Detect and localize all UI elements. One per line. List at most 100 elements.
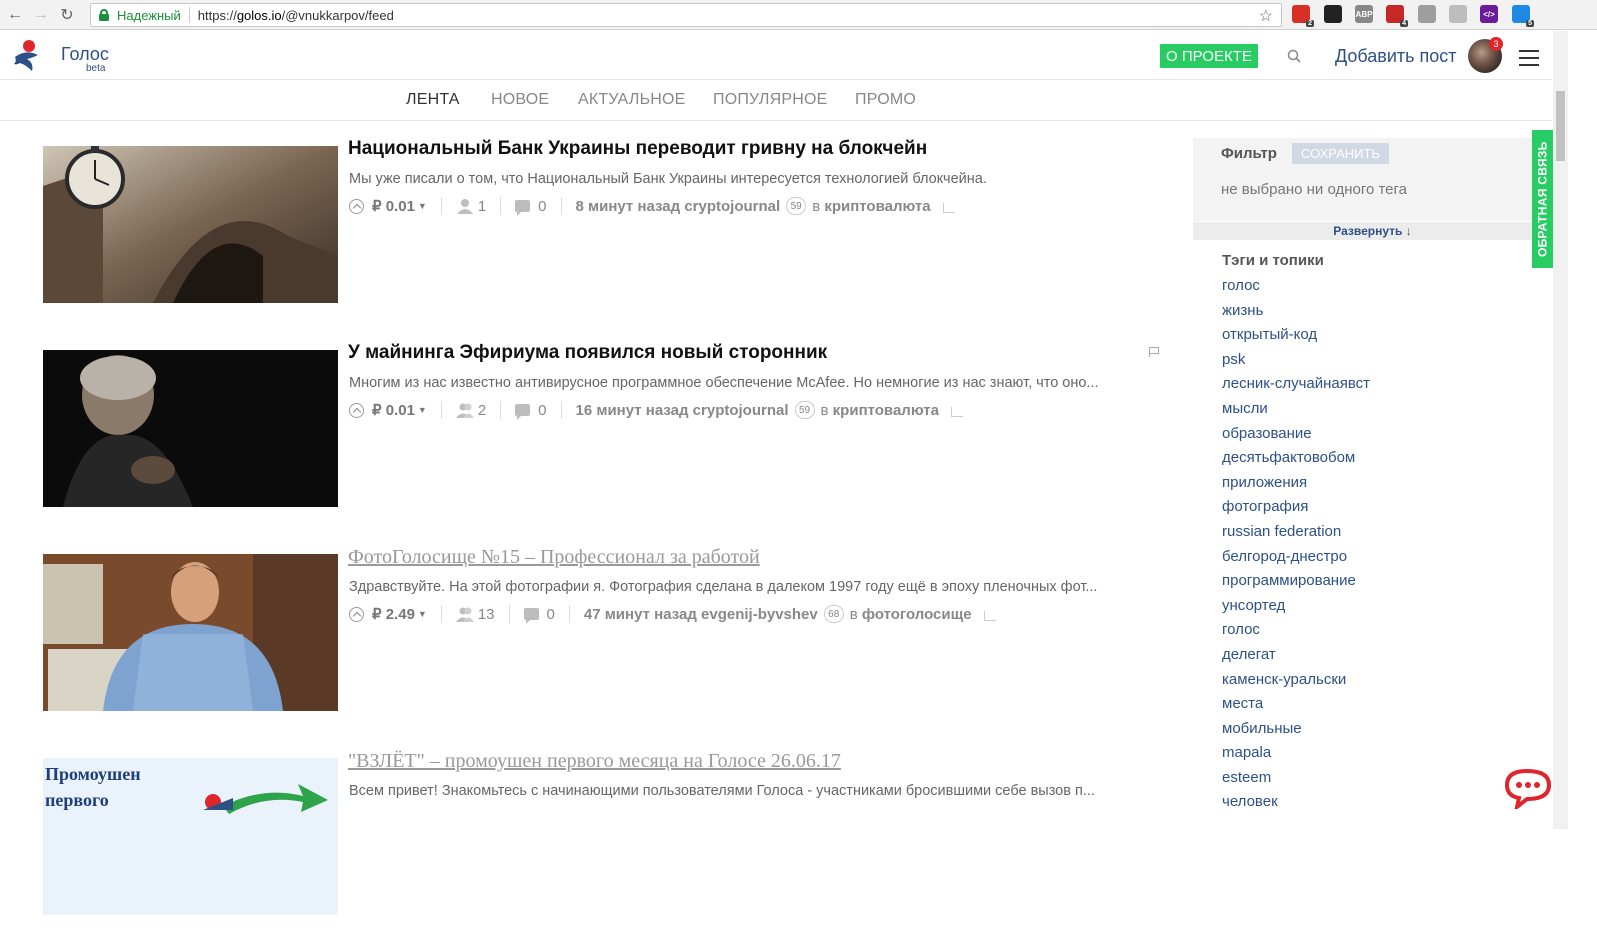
tag-link[interactable]: мысли: [1222, 400, 1370, 425]
post-category[interactable]: криптовалюта: [833, 402, 939, 419]
search-icon[interactable]: [1287, 49, 1301, 63]
comment-icon[interactable]: [515, 200, 531, 216]
post-excerpt[interactable]: Здравствуйте. На этой фотографии я. Фото…: [349, 579, 1164, 595]
extension-puzzle-icon[interactable]: [1418, 5, 1436, 23]
bookmark-star-icon[interactable]: ☆: [1259, 6, 1273, 26]
comment-icon[interactable]: [523, 608, 539, 624]
address-bar[interactable]: Надежный https://golos.io/@vnukkarpov/fe…: [90, 3, 1282, 27]
chat-icon[interactable]: [1503, 767, 1553, 809]
post-category[interactable]: криптовалюта: [824, 198, 930, 215]
tag-link[interactable]: образование: [1222, 425, 1370, 450]
tag-link[interactable]: russian federation: [1222, 523, 1370, 548]
menu-icon[interactable]: [1519, 50, 1539, 71]
extension-code-icon[interactable]: </>: [1480, 5, 1498, 23]
expand-button[interactable]: Развернуть ↓: [1193, 222, 1552, 240]
post-thumbnail[interactable]: [43, 350, 338, 507]
about-button[interactable]: О ПРОЕКТЕ: [1160, 44, 1258, 68]
post-thumbnail[interactable]: [43, 554, 338, 711]
tag-link[interactable]: мобильные: [1222, 720, 1370, 745]
comment-icon[interactable]: [515, 404, 531, 420]
url-prefix: https://: [197, 7, 237, 23]
tag-link[interactable]: человек: [1222, 793, 1370, 818]
post-time[interactable]: 16 минут назад: [576, 402, 689, 419]
post-author[interactable]: cryptojournal: [693, 402, 789, 419]
forward-icon[interactable]: →: [30, 4, 52, 26]
tag-link[interactable]: открытый-код: [1222, 326, 1370, 351]
post-category[interactable]: фотоголосище: [862, 606, 972, 623]
extension-abp-icon[interactable]: ABP: [1355, 5, 1373, 23]
voters-count[interactable]: 13: [478, 606, 495, 623]
post-excerpt[interactable]: Всем привет! Знакомьтесь с начинающими п…: [349, 783, 1164, 799]
reload-icon[interactable]: ↻: [56, 4, 78, 26]
voters-icon[interactable]: [455, 606, 474, 622]
chevron-down-icon[interactable]: ▼: [418, 201, 427, 211]
scrollbar[interactable]: [1553, 31, 1568, 829]
post-author[interactable]: evgenij-byvshev: [701, 606, 818, 623]
save-filter-button[interactable]: СОХРАНИТЬ: [1292, 143, 1389, 164]
post-time[interactable]: 47 минут назад: [584, 606, 697, 623]
post-title[interactable]: ФотоГолосище №15 – Профессионал за работ…: [348, 546, 760, 569]
tag-link[interactable]: голос: [1222, 277, 1370, 302]
tag-link[interactable]: унсортед: [1222, 597, 1370, 622]
upvote-icon[interactable]: [349, 198, 364, 214]
tag-link[interactable]: программирование: [1222, 572, 1370, 597]
flag-icon[interactable]: [1149, 347, 1159, 357]
feedback-tab[interactable]: ОБРАТНАЯ СВЯЗЬ: [1532, 130, 1553, 268]
tag-link[interactable]: десятьфактовобом: [1222, 449, 1370, 474]
comments-count[interactable]: 0: [547, 606, 555, 623]
tag-link[interactable]: esteem: [1222, 769, 1370, 794]
upvote-icon[interactable]: [349, 606, 364, 622]
voters-count[interactable]: 1: [478, 198, 486, 215]
extension-translate-icon[interactable]: 5: [1512, 5, 1534, 27]
tab-promo[interactable]: ПРОМО: [855, 91, 916, 109]
tag-link[interactable]: места: [1222, 695, 1370, 720]
post-time[interactable]: 8 минут назад: [576, 198, 681, 215]
post-author[interactable]: cryptojournal: [684, 198, 780, 215]
post-title[interactable]: У майнинга Эфириума появился новый сторо…: [348, 342, 827, 364]
tag-link[interactable]: приложения: [1222, 474, 1370, 499]
brand-name[interactable]: Голос: [61, 44, 109, 65]
post-excerpt[interactable]: Многим из нас известно антивирусное прог…: [349, 375, 1164, 391]
tag-link[interactable]: делегат: [1222, 646, 1370, 671]
extension-gmail-icon[interactable]: 2: [1292, 5, 1314, 27]
back-icon[interactable]: ←: [4, 4, 26, 26]
voters-count[interactable]: 2: [478, 402, 486, 419]
url-text[interactable]: https://golos.io/@vnukkarpov/feed: [198, 8, 394, 23]
post-excerpt[interactable]: Мы уже писали о том, что Национальный Ба…: [349, 171, 1164, 187]
post-title[interactable]: Национальный Банк Украины переводит грив…: [348, 138, 927, 160]
post-payout[interactable]: ₽ 0.01: [372, 401, 415, 419]
share-icon[interactable]: [942, 203, 955, 213]
golos-logo-icon[interactable]: [12, 37, 48, 73]
tab-actual[interactable]: АКТУАЛЬНОЕ: [578, 91, 686, 109]
post-payout[interactable]: ₽ 2.49: [372, 605, 415, 623]
chevron-down-icon[interactable]: ▼: [418, 609, 427, 619]
tag-link[interactable]: каменск-уральски: [1222, 671, 1370, 696]
post-thumbnail[interactable]: [43, 146, 338, 303]
extension-red-box-icon[interactable]: 4: [1386, 5, 1408, 27]
tag-link[interactable]: голос: [1222, 621, 1370, 646]
post-payout[interactable]: ₽ 0.01: [372, 197, 415, 215]
scrollbar-thumb[interactable]: [1556, 91, 1565, 161]
tag-link[interactable]: фотография: [1222, 498, 1370, 523]
share-icon[interactable]: [983, 611, 996, 621]
tab-feed[interactable]: ЛЕНТА: [406, 91, 460, 109]
tag-link[interactable]: лесник-случайнаявст: [1222, 375, 1370, 400]
tab-new[interactable]: НОВОЕ: [491, 91, 549, 109]
tag-link[interactable]: белгород-днестро: [1222, 548, 1370, 573]
post-title[interactable]: "ВЗЛЁТ" – промоушен первого месяца на Го…: [348, 750, 841, 773]
extension-ninja-icon[interactable]: [1324, 5, 1342, 23]
upvote-icon[interactable]: [349, 402, 364, 418]
tag-link[interactable]: mapala: [1222, 744, 1370, 769]
post-thumbnail[interactable]: Промоушен первого: [43, 758, 338, 915]
voters-icon[interactable]: [455, 402, 474, 418]
share-icon[interactable]: [950, 407, 963, 417]
tag-link[interactable]: psk: [1222, 351, 1370, 376]
chevron-down-icon[interactable]: ▼: [418, 405, 427, 415]
extension-leaf-icon[interactable]: [1449, 5, 1467, 23]
voters-icon[interactable]: [456, 198, 474, 214]
comments-count[interactable]: 0: [538, 198, 546, 215]
add-post-link[interactable]: Добавить пост: [1335, 46, 1457, 67]
comments-count[interactable]: 0: [538, 402, 546, 419]
tab-popular[interactable]: ПОПУЛЯРНОЕ: [713, 91, 827, 109]
tag-link[interactable]: жизнь: [1222, 302, 1370, 327]
